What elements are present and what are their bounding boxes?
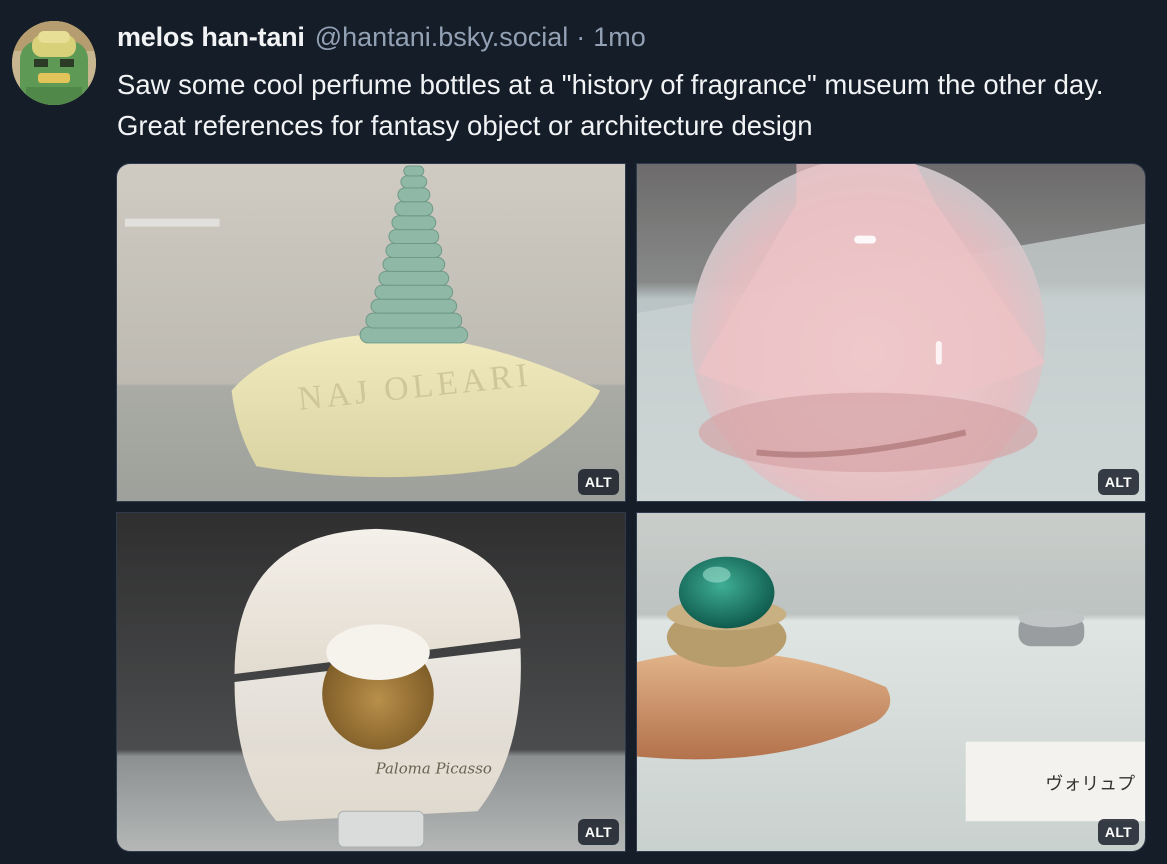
- perfume-photo-1: NAJ OLEARI: [117, 164, 625, 501]
- perfume-photo-4: ヴォリュプ: [637, 513, 1145, 851]
- image-tile-1[interactable]: NAJ OLEARI ALT: [116, 163, 626, 502]
- separator-dot: ·: [576, 22, 586, 52]
- author-handle[interactable]: @hantani.bsky.social: [315, 22, 569, 53]
- post-timestamp[interactable]: 1mo: [593, 22, 646, 53]
- alt-badge-2[interactable]: ALT: [1097, 469, 1139, 495]
- museum-placard-text: ヴォリュプ: [1045, 773, 1135, 794]
- alt-badge-4[interactable]: ALT: [1097, 819, 1139, 845]
- avatar[interactable]: [12, 21, 96, 105]
- avatar-image: [12, 21, 96, 105]
- image-tile-4[interactable]: ヴォリュプ ALT: [636, 512, 1146, 852]
- perfume-photo-3: Paloma Picasso: [117, 513, 625, 851]
- media-grid: NAJ OLEARI ALT ALT Paloma Picasso ALT ヴォ…: [116, 163, 1146, 852]
- post-header: melos han-tani @hantani.bsky.social · 1m…: [117, 22, 646, 56]
- perfume-photo-2: [637, 164, 1145, 501]
- alt-badge-3[interactable]: ALT: [577, 819, 619, 845]
- image-tile-3[interactable]: Paloma Picasso ALT: [116, 512, 626, 852]
- image-tile-2[interactable]: ALT: [636, 163, 1146, 502]
- post[interactable]: melos han-tani @hantani.bsky.social · 1m…: [0, 0, 1167, 864]
- post-text: Saw some cool perfume bottles at a "hist…: [117, 69, 1104, 141]
- author-name[interactable]: melos han-tani: [117, 22, 305, 53]
- alt-badge-1[interactable]: ALT: [577, 469, 619, 495]
- bottle-signature: Paloma Picasso: [375, 759, 492, 777]
